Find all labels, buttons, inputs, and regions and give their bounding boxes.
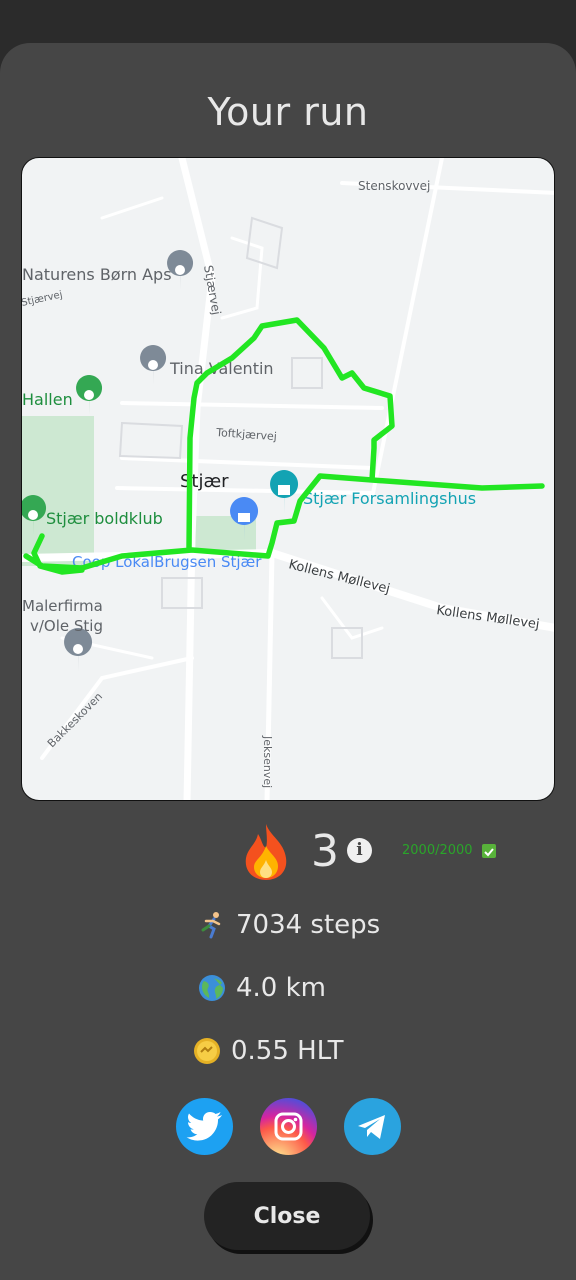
distance-label: 4.0 km bbox=[236, 973, 326, 1003]
map-label-kollens-2: Kollens Møllevej bbox=[435, 603, 540, 632]
globe-icon bbox=[199, 975, 225, 1001]
twitter-icon bbox=[186, 1112, 222, 1141]
reward-stat: 0.55 HLT bbox=[193, 1036, 344, 1066]
streak-count: 3 bbox=[311, 826, 339, 877]
map-label-kollens-1: Kollens Møllevej bbox=[287, 557, 391, 597]
runner-icon bbox=[201, 912, 221, 939]
map-pin-hallen bbox=[76, 375, 103, 415]
flame-icon bbox=[245, 824, 287, 880]
distance-stat: 4.0 km bbox=[198, 973, 326, 1003]
coin-icon bbox=[194, 1038, 220, 1064]
info-icon[interactable]: i bbox=[347, 838, 372, 863]
map-label-boldklub: Stjær boldklub bbox=[46, 509, 163, 528]
page-title: Your run bbox=[207, 90, 369, 134]
map-label-naturens: Naturens Børn Aps bbox=[22, 265, 172, 284]
telegram-share-button[interactable] bbox=[344, 1098, 401, 1155]
reward-label: 0.55 HLT bbox=[231, 1036, 344, 1066]
map-label-hallen: Hallen bbox=[22, 390, 73, 409]
route-map[interactable]: Stenskovvej Naturens Børn Aps Stjærvej S… bbox=[21, 157, 555, 801]
run-route-path bbox=[23, 317, 545, 575]
map-label-stjaervej: Stjærvej bbox=[201, 264, 224, 316]
map-label-malerfirma-2: v/Ole Stig bbox=[30, 617, 103, 635]
map-canvas: Stenskovvej Naturens Børn Aps Stjærvej S… bbox=[22, 158, 554, 800]
steps-stat: 7034 steps bbox=[198, 910, 380, 940]
telegram-icon bbox=[358, 1115, 385, 1139]
map-label-malerfirma-1: Malerfirma bbox=[22, 597, 103, 615]
park-area bbox=[22, 416, 94, 566]
close-button[interactable]: Close bbox=[204, 1182, 370, 1250]
map-label-forsamlingshus: Stjær Forsamlingshus bbox=[303, 489, 476, 508]
instagram-share-button[interactable] bbox=[260, 1098, 317, 1155]
check-mark-icon bbox=[482, 844, 496, 858]
map-label-bakkeskoven: Bakkeskoven bbox=[45, 690, 105, 750]
map-label-stenskovvej: Stenskovvej bbox=[358, 179, 430, 193]
map-label-stjaervej-small: Stjærvej bbox=[22, 289, 64, 308]
daily-goal-progress: 2000/2000 bbox=[402, 843, 473, 858]
map-pin-tina bbox=[140, 345, 167, 385]
map-label-toftkjaervej: Toftkjærvej bbox=[215, 426, 277, 443]
map-label-jeksenvej: Jeksenvej bbox=[261, 735, 274, 788]
instagram-icon bbox=[274, 1112, 303, 1141]
twitter-share-button[interactable] bbox=[176, 1098, 233, 1155]
steps-label: 7034 steps bbox=[236, 910, 381, 940]
map-pin-forsamlingshus bbox=[270, 470, 299, 514]
